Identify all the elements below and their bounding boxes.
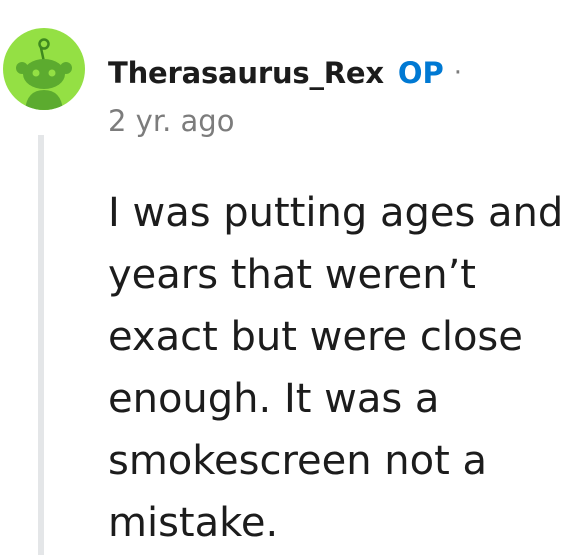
comment: Therasaurus_Rex OP · 2 yr. ago I was put… — [0, 0, 575, 555]
comment-timestamp[interactable]: 2 yr. ago — [108, 104, 234, 138]
thread-line[interactable] — [38, 135, 44, 555]
snoo-avatar-icon — [16, 38, 72, 110]
comment-body-line: I was putting ages and — [108, 190, 564, 236]
comment-body-line: years that weren’t — [108, 252, 476, 298]
comment-body-line: mistake. — [108, 500, 279, 546]
user-avatar[interactable] — [3, 28, 85, 110]
comment-body-line: enough. It was a — [108, 376, 440, 422]
comment-meta: Therasaurus_Rex OP · — [108, 53, 462, 93]
meta-separator: · — [453, 58, 463, 88]
comment-body-line: smokescreen not a — [108, 438, 488, 484]
author-username[interactable]: Therasaurus_Rex — [108, 56, 384, 90]
op-badge: OP — [397, 56, 444, 90]
comment-body-line: exact but were close — [108, 314, 523, 360]
comment-body: I was putting ages and years that weren’… — [108, 182, 568, 554]
